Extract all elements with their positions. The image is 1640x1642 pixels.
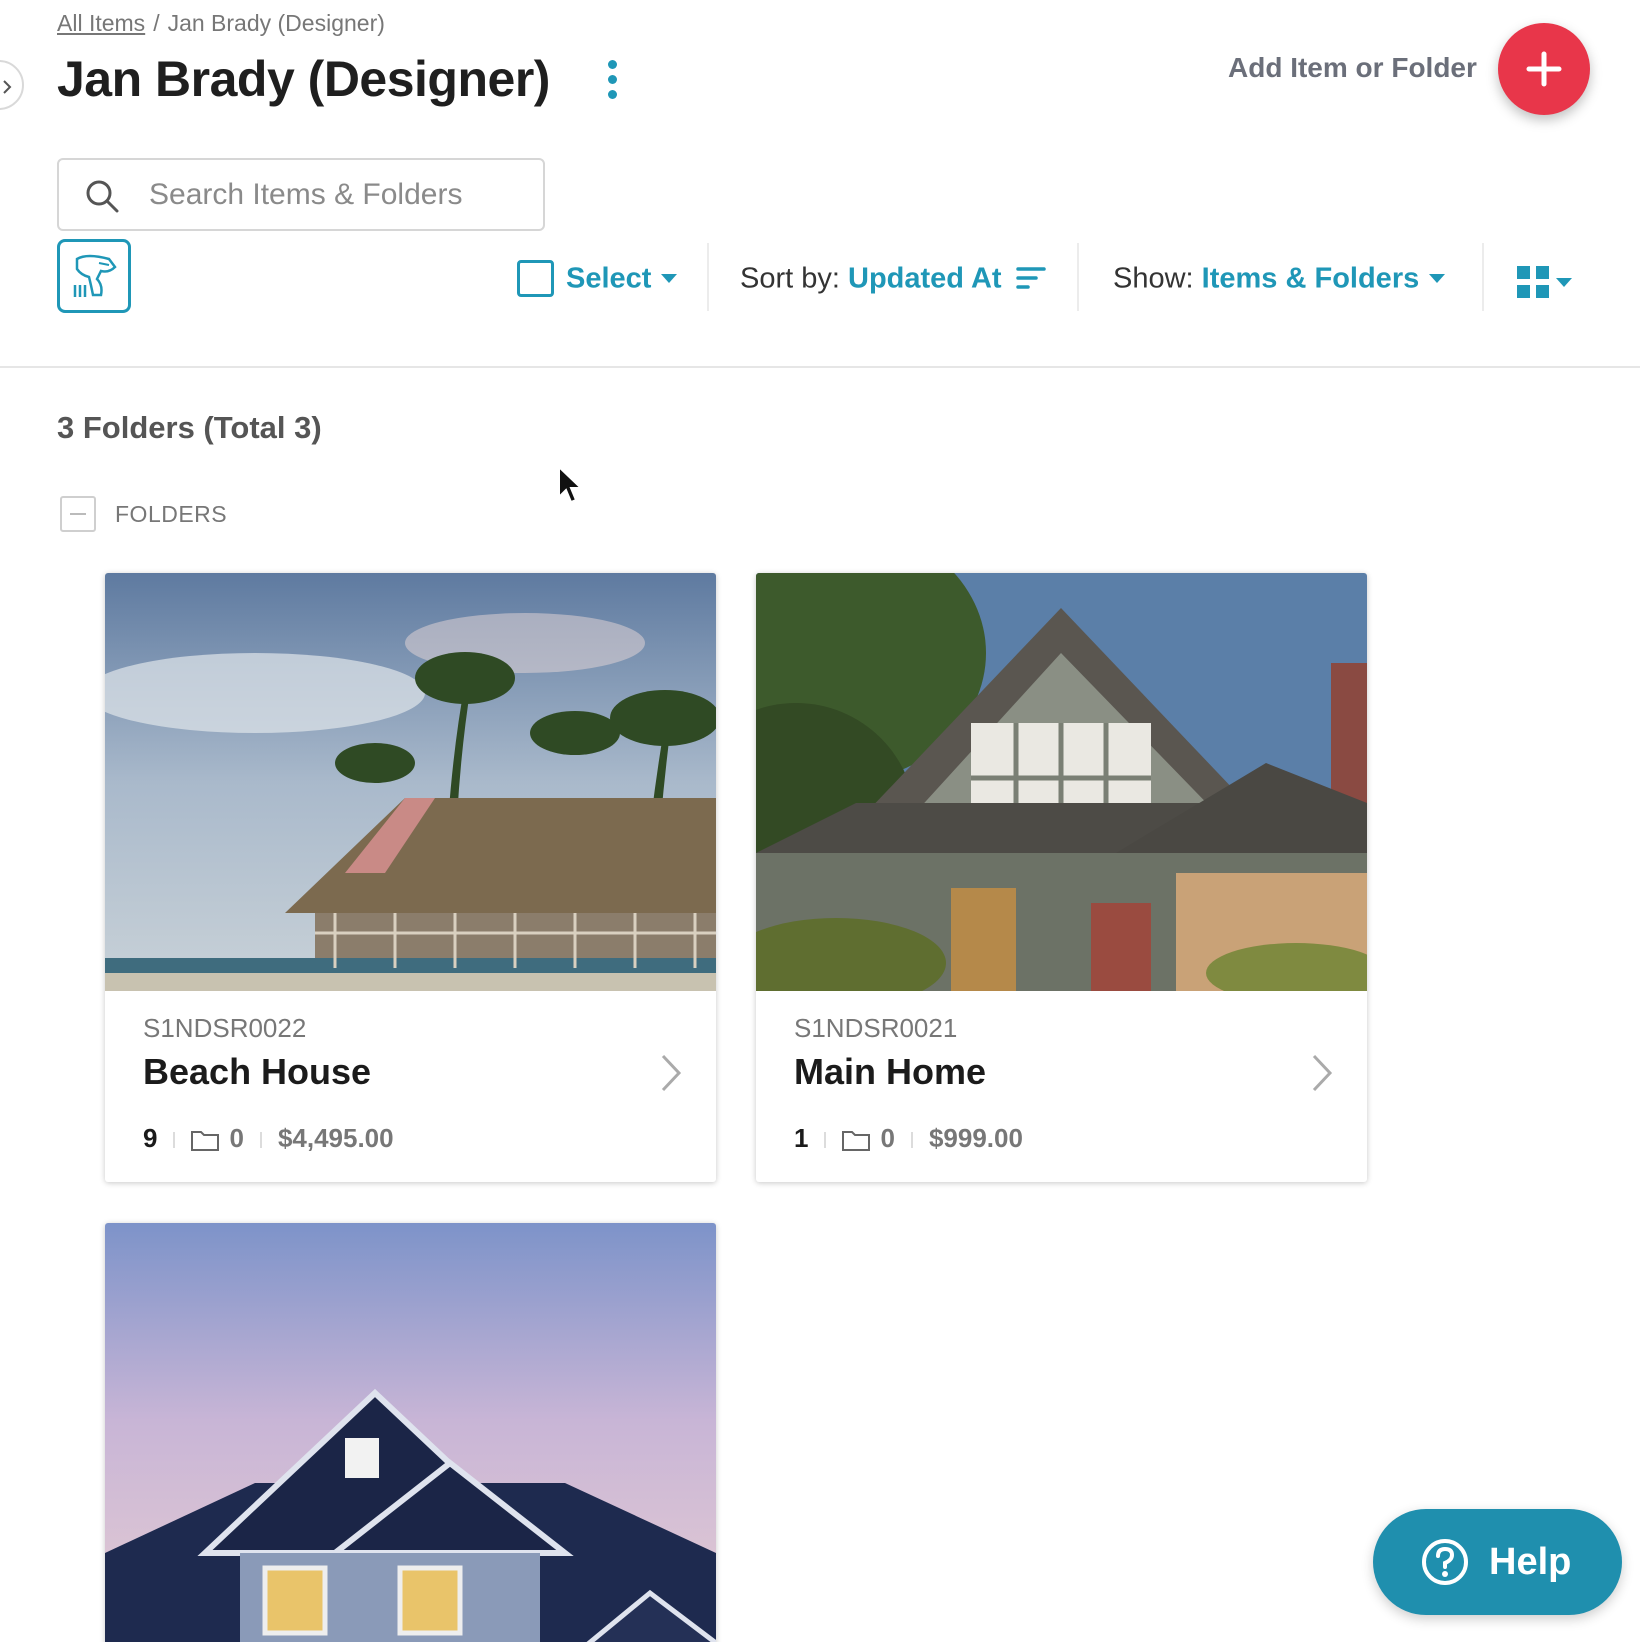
- breadcrumb-current: Jan Brady (Designer): [167, 10, 385, 36]
- beach-house-photo: [105, 573, 716, 991]
- folder-value: $4,495.00: [277, 1123, 394, 1153]
- add-item-or-folder-label[interactable]: Add Item or Folder: [1228, 52, 1477, 84]
- sort-control[interactable]: Sort by: Updated At: [740, 255, 1046, 300]
- view-mode-dropdown[interactable]: [1516, 259, 1572, 303]
- caret-down-icon: [1429, 273, 1446, 283]
- folders-summary: 3 Folders (Total 3): [57, 410, 322, 445]
- folder-card[interactable]: S1NDSR0022 Beach House 9 0 $4,495.00: [105, 573, 716, 1182]
- folder-icon: [842, 1131, 871, 1152]
- search-input[interactable]: [149, 172, 529, 218]
- folder-code: S1NDSR0022: [143, 1013, 307, 1043]
- search-box: [57, 158, 545, 231]
- show-filter-dropdown[interactable]: Show: Items & Folders: [1113, 255, 1446, 300]
- help-label: Help: [1489, 1541, 1572, 1583]
- item-count: 1: [794, 1123, 809, 1153]
- page-title: Jan Brady (Designer): [57, 51, 550, 107]
- select-dropdown[interactable]: Select: [517, 255, 678, 300]
- folder-code: S1NDSR0021: [794, 1013, 958, 1043]
- folder-count: 0: [880, 1123, 895, 1153]
- barcode-scanner-icon: [73, 254, 117, 297]
- sort-icon[interactable]: [1015, 266, 1046, 290]
- grid-view-icon: [1517, 266, 1549, 299]
- question-icon: [1422, 1539, 1468, 1585]
- item-count: 9: [143, 1123, 158, 1153]
- sort-prefix: Sort by:: [740, 262, 840, 295]
- folder-name: Main Home: [794, 1051, 987, 1092]
- folder-count: 0: [229, 1123, 244, 1153]
- folder-value: $999.00: [928, 1123, 1023, 1153]
- chevron-right-icon[interactable]: [660, 1053, 682, 1093]
- search-icon: [86, 180, 119, 213]
- folders-section-label: FOLDERS: [115, 501, 228, 527]
- sort-value[interactable]: Updated At: [848, 262, 1002, 294]
- craftsman-house-photo: [756, 573, 1367, 991]
- help-button[interactable]: Help: [1373, 1509, 1622, 1615]
- add-item-button[interactable]: [1498, 23, 1590, 115]
- caret-down-icon: [661, 273, 678, 283]
- mouse-cursor-icon: [558, 465, 583, 504]
- breadcrumb-separator: /: [153, 10, 160, 36]
- divider: [1482, 243, 1484, 311]
- show-prefix: Show:: [1113, 262, 1194, 295]
- select-all-checkbox[interactable]: [517, 259, 554, 297]
- chevron-right-icon[interactable]: [1311, 1053, 1333, 1093]
- kebab-menu-icon[interactable]: [600, 60, 624, 104]
- folder-card[interactable]: S1NDSR0021 Main Home 1 0 $999.00: [756, 573, 1367, 1182]
- folder-stats: 1 0 $999.00: [794, 1123, 1023, 1154]
- top-bar: All Items / Jan Brady (Designer) Jan Brady…: [0, 0, 1640, 368]
- plus-icon: [1526, 51, 1562, 87]
- blue-house-photo: [105, 1223, 716, 1642]
- breadcrumb: All Items / Jan Brady (Designer): [57, 10, 385, 37]
- folders-select-checkbox[interactable]: [60, 496, 96, 532]
- folder-name: Beach House: [143, 1051, 372, 1092]
- chevron-right-icon: [3, 80, 12, 94]
- folder-stats: 9 0 $4,495.00: [143, 1123, 394, 1154]
- sidebar-toggle-button[interactable]: [0, 60, 24, 110]
- breadcrumb-all-items-link[interactable]: All Items: [57, 10, 145, 36]
- caret-down-icon: [1556, 277, 1572, 287]
- folder-card[interactable]: [105, 1223, 716, 1642]
- barcode-scanner-button[interactable]: [57, 239, 131, 313]
- select-label: Select: [566, 262, 652, 295]
- divider: [1077, 243, 1079, 311]
- divider: [707, 243, 709, 311]
- folder-icon: [191, 1131, 220, 1152]
- show-value: Items & Folders: [1201, 262, 1420, 295]
